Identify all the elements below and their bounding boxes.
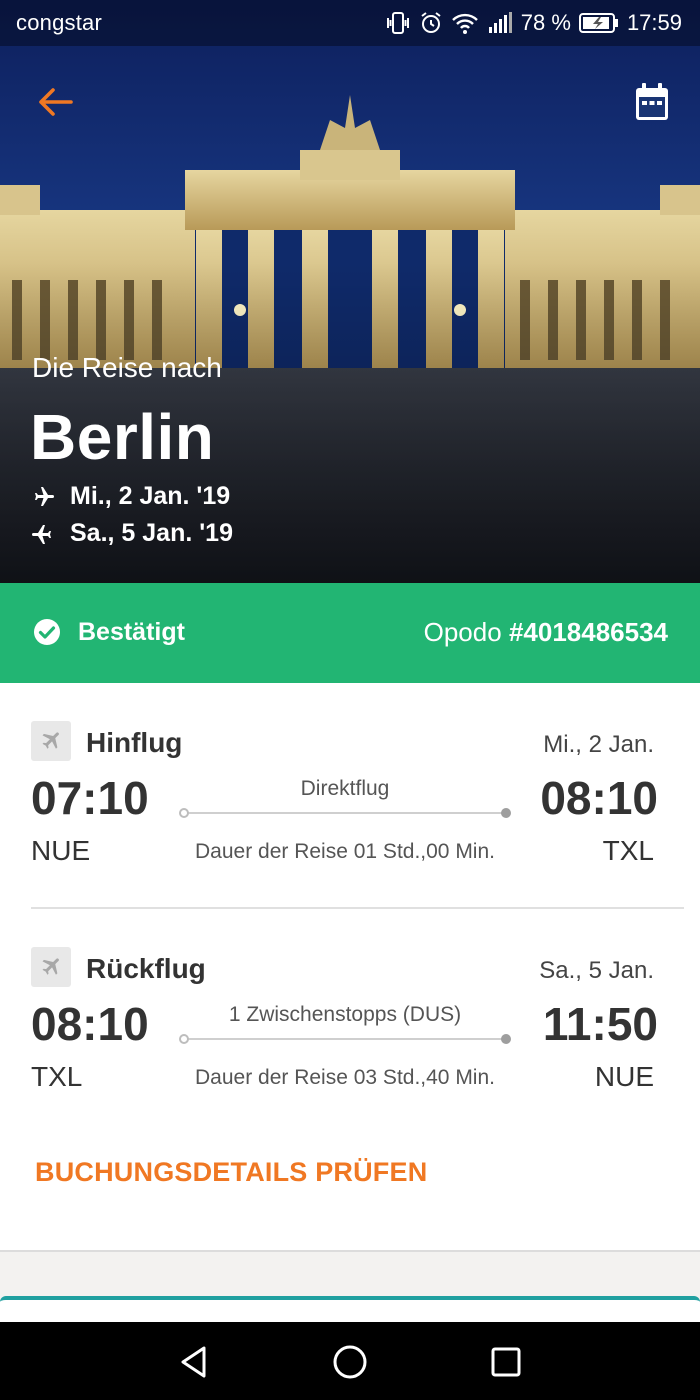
trip-duration: Dauer der Reise 01 Std.,00 Min. bbox=[195, 840, 495, 863]
segment-date: Sa., 5 Jan. bbox=[539, 957, 654, 984]
clock: 17:59 bbox=[626, 10, 682, 35]
triangle-back-icon bbox=[181, 1346, 206, 1378]
plane-icon bbox=[42, 958, 59, 975]
square-recents-icon bbox=[491, 1347, 521, 1377]
trip-duration: Dauer der Reise 03 Std.,40 Min. bbox=[195, 1066, 495, 1089]
wifi-icon bbox=[451, 13, 478, 34]
back-button[interactable] bbox=[30, 80, 80, 124]
alarm-icon bbox=[421, 12, 441, 33]
app-screen: congstar 78 % 17:59 Die Reise nach Berli… bbox=[0, 0, 700, 1400]
stops-info: 1 Zwischenstopps (DUS) bbox=[228, 1003, 462, 1026]
booking-number: #4018486534 bbox=[508, 617, 668, 647]
plane-icon bbox=[42, 732, 59, 749]
arrow-left-icon bbox=[39, 88, 73, 116]
segment-date: Mi., 2 Jan. bbox=[543, 731, 654, 758]
booking-reference: Opodo #4018486534 bbox=[424, 617, 668, 648]
departure-time: 08:10 bbox=[31, 998, 149, 1050]
route-line bbox=[179, 808, 511, 818]
circle-home-icon bbox=[333, 1345, 367, 1379]
outbound-date: Mi., 2 Jan. '19 bbox=[70, 482, 231, 510]
departure-airport: TXL bbox=[31, 1061, 83, 1092]
plane-icon-box bbox=[31, 947, 71, 987]
battery-percent: 78 % bbox=[520, 10, 571, 35]
system-nav-bar bbox=[0, 1322, 700, 1400]
status-label: Bestätigt bbox=[78, 617, 185, 646]
stops-info: Direktflug bbox=[300, 777, 390, 800]
departure-time: 07:10 bbox=[31, 772, 149, 824]
check-circle-icon bbox=[34, 619, 60, 645]
segment-divider bbox=[31, 907, 684, 909]
trip-subtitle: Die Reise nach bbox=[32, 352, 222, 383]
arrival-airport: NUE bbox=[594, 1061, 654, 1092]
vibrate-icon bbox=[386, 12, 409, 34]
return-date-row: Sa., 5 Jan. '19 bbox=[30, 519, 233, 548]
arrival-airport: TXL bbox=[602, 835, 654, 866]
calendar-button[interactable] bbox=[628, 78, 676, 126]
plane-icon bbox=[35, 486, 54, 506]
booking-status-bar: Bestätigt Opodo #4018486534 bbox=[0, 583, 700, 683]
segment-title: Rückflug bbox=[86, 953, 206, 984]
status-bar: congstar 78 % 17:59 bbox=[0, 0, 700, 46]
nav-home-button[interactable] bbox=[330, 1342, 370, 1382]
carrier-name: congstar bbox=[16, 10, 102, 35]
plane-icon bbox=[32, 524, 51, 544]
status-icons: 78 % 17:59 bbox=[385, 8, 682, 38]
arrival-time: 08:10 bbox=[540, 772, 658, 824]
status-confirmed: Bestätigt bbox=[32, 617, 185, 647]
booking-provider: Opodo bbox=[423, 617, 502, 647]
nav-back-button[interactable] bbox=[174, 1342, 214, 1382]
return-date: Sa., 5 Jan. '19 bbox=[70, 519, 233, 547]
departure-airport: NUE bbox=[31, 835, 91, 866]
flight-summary-card: Hinflug Mi., 2 Jan. 07:10 Direktflug 08:… bbox=[0, 683, 700, 1250]
battery-icon bbox=[578, 13, 618, 33]
return-segment[interactable]: Rückflug Sa., 5 Jan. 08:10 1 Zwischensto… bbox=[0, 945, 700, 1125]
arrival-time: 11:50 bbox=[542, 998, 658, 1050]
outbound-date-row: Mi., 2 Jan. '19 bbox=[30, 482, 230, 511]
hero-header: congstar 78 % 17:59 Die Reise nach Berli… bbox=[0, 0, 700, 583]
nav-recents-button[interactable] bbox=[486, 1342, 526, 1382]
plane-icon-box bbox=[31, 721, 71, 761]
calendar-icon bbox=[636, 83, 668, 120]
check-booking-details-link[interactable]: BUCHUNGSDETAILS PRÜFEN bbox=[35, 1157, 427, 1188]
segment-title: Hinflug bbox=[86, 727, 183, 758]
outbound-segment[interactable]: Hinflug Mi., 2 Jan. 07:10 Direktflug 08:… bbox=[0, 719, 700, 899]
trip-city: Berlin bbox=[30, 401, 215, 473]
signal-icon bbox=[488, 12, 512, 33]
route-line bbox=[179, 1034, 511, 1044]
